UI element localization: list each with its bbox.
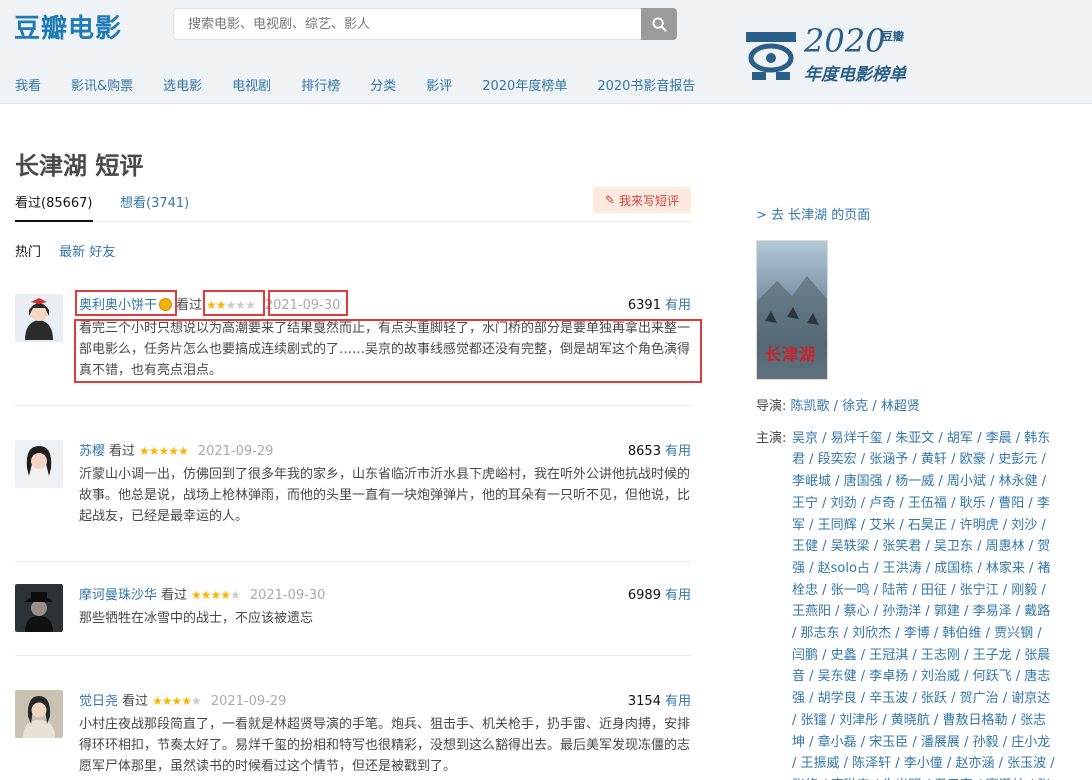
director-list[interactable]: 陈凯歌 / 徐克 / 林超贤 xyxy=(791,399,920,414)
sort-latest[interactable]: 最新 xyxy=(59,245,85,260)
write-review-button[interactable]: ✎ 我来写短评 xyxy=(592,187,691,213)
comment-date: 2021-09-29 xyxy=(197,444,274,459)
search-button[interactable] xyxy=(641,8,677,40)
tab-bar: 看过(85667) 想看(3741) ✎ 我来写短评 xyxy=(15,187,691,222)
poster-title: 长津湖 xyxy=(765,345,817,364)
vote-count: 6391 xyxy=(627,298,661,313)
comment-info: 摩诃曼珠沙华 看过 ★★★★★ 2021-09-30 6989 有用 xyxy=(79,584,691,604)
banner-subtitle: 年度电影榜单 xyxy=(804,65,906,85)
comment-date: 2021-09-30 xyxy=(249,588,326,603)
avatar[interactable] xyxy=(15,294,63,342)
nav-item-annual-2020[interactable]: 2020年度榜单 xyxy=(482,75,567,94)
vote-count: 8653 xyxy=(627,444,661,459)
comment-text: 沂蒙山小调一出，仿佛回到了很多年我的家乡，山东省临沂市沂水县下虎峪村，我在听外公… xyxy=(79,467,691,524)
vote-area: 6989 有用 xyxy=(628,584,691,603)
nav-item-chart[interactable]: 排行榜 xyxy=(301,75,340,94)
page-title: 长津湖 短评 xyxy=(15,152,144,180)
useful-button[interactable]: 有用 xyxy=(665,444,691,459)
comment-status: 看过 xyxy=(161,588,188,603)
write-review-label: 我来写短评 xyxy=(618,193,679,208)
nav-item-tags[interactable]: 分类 xyxy=(370,75,396,94)
avatar[interactable] xyxy=(15,690,63,738)
avatar-image-icon xyxy=(15,690,63,738)
avatar[interactable] xyxy=(15,440,63,488)
avatar-image-icon xyxy=(15,584,63,632)
douban-eye-logo-icon xyxy=(746,32,796,80)
highlight-box-user xyxy=(75,290,177,316)
director-row: 导演: 陈凯歌 / 徐克 / 林超贤 xyxy=(756,396,1056,418)
comment-text: 那些牺牲在冰雪中的战士，不应该被遗忘 xyxy=(79,611,314,626)
sort-friends[interactable]: 好友 xyxy=(89,245,115,260)
comment-text: 小村庄夜战那段简直了，一看就是林超贤导演的手笔。炮兵、狙击手、机关枪手，扔手雷、… xyxy=(79,717,691,774)
movie-credits: 导演: 陈凯歌 / 徐克 / 林超贤 主演: 吴京 / 易烊千玺 / 朱亚文 /… xyxy=(756,396,1056,780)
comment-status: 看过 xyxy=(109,444,136,459)
vote-area: 6391 有用 xyxy=(628,294,691,313)
sort-options: 热门 最新 好友 xyxy=(15,241,115,260)
site-header: 豆瓣电影 我看 影讯&购票 选电影 电视剧 排行榜 分类 影评 2020年度榜单… xyxy=(0,0,1092,104)
comment-date: 2021-09-29 xyxy=(210,694,287,709)
search-icon xyxy=(651,16,667,32)
highlight-box-text xyxy=(74,319,702,383)
nav-item-reviews[interactable]: 影评 xyxy=(426,75,452,94)
nav-item-mine[interactable]: 我看 xyxy=(15,75,41,94)
vote-count: 3154 xyxy=(627,694,661,709)
annual-2020-banner[interactable]: 2020 豆瓣 年度电影榜单 xyxy=(742,22,922,86)
vote-area: 3154 有用 xyxy=(628,690,691,709)
rating-stars: ★★★★★ xyxy=(191,588,241,602)
comment-item: 苏樱 看过 ★★★★★ 2021-09-29 8653 有用 沂蒙山小调一出，仿佛回到了… xyxy=(15,440,691,562)
cast-row: 主演: 吴京 / 易烊千玺 / 朱亚文 / 胡军 / 李晨 / 韩东君 / 段奕… xyxy=(756,428,1056,780)
comment-item: 觉日尧 看过 ★★★★★ 2021-09-29 3154 有用 小村庄夜战那段简直了，一… xyxy=(15,690,691,780)
comment-item: 摩诃曼珠沙华 看过 ★★★★★ 2021-09-30 6989 有用 那些牺牲在冰雪中的… xyxy=(15,584,691,656)
movie-page-link[interactable]: > 去 长津湖 的页面 xyxy=(756,204,870,223)
comment-user[interactable]: 苏樱 xyxy=(79,444,105,459)
vote-count: 6989 xyxy=(627,588,661,603)
rating-stars: ★★★★★ xyxy=(152,694,202,708)
comment-info: 苏樱 看过 ★★★★★ 2021-09-29 8653 有用 xyxy=(79,440,691,460)
comment-info: 觉日尧 看过 ★★★★★ 2021-09-29 3154 有用 xyxy=(79,690,691,710)
comment-status: 看过 xyxy=(176,298,203,313)
comment-status: 看过 xyxy=(122,694,149,709)
comment-user[interactable]: 觉日尧 xyxy=(79,694,118,709)
banner-brand: 豆瓣 xyxy=(882,30,904,43)
cast-label: 主演: xyxy=(756,430,787,446)
useful-button[interactable]: 有用 xyxy=(665,588,691,603)
search-bar xyxy=(173,8,677,40)
nav-item-tv[interactable]: 电视剧 xyxy=(232,75,271,94)
douban-movie-logo[interactable]: 豆瓣电影 xyxy=(14,8,122,45)
avatar-image-icon xyxy=(15,440,63,488)
nav-item-explore[interactable]: 选电影 xyxy=(163,75,202,94)
tab-watched[interactable]: 看过(85667) xyxy=(15,192,93,222)
nav-item-tickets[interactable]: 影讯&购票 xyxy=(71,75,133,94)
highlight-box-date xyxy=(268,290,348,316)
avatar-image-icon xyxy=(15,294,63,342)
movie-poster[interactable]: 长津湖 xyxy=(756,240,828,380)
director-label: 导演: xyxy=(756,399,787,414)
vote-area: 8653 有用 xyxy=(628,440,691,459)
pencil-icon: ✎ xyxy=(604,193,615,207)
cast-list[interactable]: 吴京 / 易烊千玺 / 朱亚文 / 胡军 / 李晨 / 韩东君 / 段奕宏 / … xyxy=(756,428,1056,780)
comment-user[interactable]: 摩诃曼珠沙华 xyxy=(79,588,157,603)
tab-want[interactable]: 想看(3741) xyxy=(120,192,189,211)
main-nav: 我看 影讯&购票 选电影 电视剧 排行榜 分类 影评 2020年度榜单 2020… xyxy=(15,75,725,94)
useful-button[interactable]: 有用 xyxy=(665,298,691,313)
avatar[interactable] xyxy=(15,584,63,632)
nav-item-report-2020[interactable]: 2020书影音报告 xyxy=(597,75,695,94)
rating-stars: ★★★★★ xyxy=(139,444,189,458)
banner-year: 2020 xyxy=(804,22,886,60)
useful-button[interactable]: 有用 xyxy=(665,694,691,709)
highlight-box-rating xyxy=(203,290,265,316)
search-input[interactable] xyxy=(173,8,641,40)
sort-hot[interactable]: 热门 xyxy=(15,245,41,260)
